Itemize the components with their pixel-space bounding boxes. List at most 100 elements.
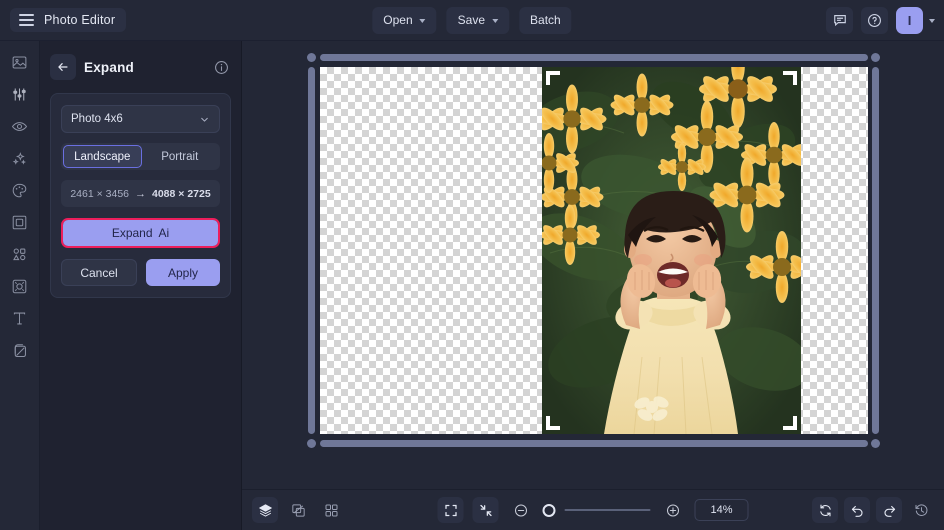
- open-button[interactable]: Open: [372, 7, 436, 34]
- zoom-controls: 14%: [438, 497, 749, 523]
- dimensions-arrow: →: [135, 188, 146, 200]
- sparkles-icon: [11, 150, 28, 167]
- save-button[interactable]: Save: [447, 7, 509, 34]
- app-menu-button[interactable]: Photo Editor: [10, 8, 126, 32]
- redo-button[interactable]: [876, 497, 902, 523]
- user-avatar[interactable]: I: [896, 7, 923, 34]
- dimensions-display: 2461 × 3456 → 4088 × 2725: [61, 180, 220, 207]
- compare-button[interactable]: [285, 497, 311, 523]
- layers-button[interactable]: [252, 497, 278, 523]
- compare-icon: [291, 503, 306, 518]
- panel-back-button[interactable]: [50, 54, 76, 80]
- canvas-photo[interactable]: [542, 67, 801, 434]
- expand-panel: Expand Photo 4x6 Landsc: [40, 41, 242, 530]
- chevron-down-icon[interactable]: [929, 19, 935, 23]
- text-icon: [11, 310, 28, 327]
- zoom-slider-thumb[interactable]: [543, 504, 556, 517]
- photo-editor-app: Photo Editor Open Save Batch: [0, 0, 944, 530]
- tool-rail: [0, 41, 40, 530]
- effects-icon: [11, 342, 28, 359]
- expand-handle-top[interactable]: [320, 54, 868, 61]
- open-label: Open: [383, 13, 412, 27]
- bottom-right-group: [812, 497, 934, 523]
- expand-knob-top-right[interactable]: [871, 53, 880, 62]
- adjustments-icon: [11, 86, 28, 103]
- expand-handle-bottom[interactable]: [320, 440, 868, 447]
- arrow-left-icon: [56, 60, 70, 74]
- crop-handle-bottom-right[interactable]: [783, 416, 797, 430]
- canvas-transparent-area[interactable]: [320, 67, 868, 434]
- expand-settings-card: Photo 4x6 Landscape Portrait 2461 × 3456…: [50, 93, 231, 298]
- grid-button[interactable]: [318, 497, 344, 523]
- undo-button[interactable]: [844, 497, 870, 523]
- grid-icon: [324, 503, 339, 518]
- panel-info-button[interactable]: [214, 60, 229, 75]
- sidebar-item-ai-tools[interactable]: [5, 147, 35, 169]
- chevron-down-icon: [420, 19, 426, 23]
- chevron-down-icon: [492, 19, 498, 23]
- zoom-slider-track[interactable]: [565, 509, 651, 511]
- orientation-landscape[interactable]: Landscape: [63, 145, 142, 168]
- crop-handle-bottom-left[interactable]: [546, 416, 560, 430]
- image-icon: [11, 54, 28, 71]
- top-tool-group: Open Save Batch: [372, 7, 571, 34]
- crop-handle-top-right[interactable]: [783, 71, 797, 85]
- app-title: Photo Editor: [44, 13, 115, 27]
- feedback-button[interactable]: [826, 7, 853, 34]
- orientation-toggle: Landscape Portrait: [61, 143, 220, 170]
- actual-size-icon: [478, 503, 493, 518]
- canvas-stage[interactable]: [242, 41, 944, 489]
- history-icon: [914, 503, 929, 518]
- comment-icon: [833, 13, 847, 27]
- dimensions-to: 4088 × 2725: [152, 188, 211, 200]
- zoom-out-button[interactable]: [508, 497, 534, 523]
- expand-ai-badge: Ai: [159, 226, 170, 240]
- sidebar-item-retouch[interactable]: [5, 115, 35, 137]
- sidebar-item-expand[interactable]: [5, 275, 35, 297]
- info-icon: [214, 60, 229, 75]
- expand-knob-top-left[interactable]: [307, 53, 316, 62]
- apply-button[interactable]: Apply: [146, 259, 220, 286]
- zoom-in-icon: [665, 503, 680, 518]
- main-body: Expand Photo 4x6 Landsc: [0, 41, 944, 530]
- expand-ai-highlight: Expand Ai: [61, 218, 220, 248]
- history-button[interactable]: [908, 497, 934, 523]
- batch-label: Batch: [530, 13, 561, 27]
- panel-title: Expand: [84, 60, 134, 75]
- sidebar-item-effects[interactable]: [5, 339, 35, 361]
- shapes-icon: [11, 246, 28, 263]
- sidebar-item-adjustments[interactable]: [5, 83, 35, 105]
- expand-knob-bottom-right[interactable]: [871, 439, 880, 448]
- bottom-left-group: [252, 497, 344, 523]
- fit-screen-icon: [443, 503, 458, 518]
- reset-button[interactable]: [812, 497, 838, 523]
- crop-handle-top-left[interactable]: [546, 71, 560, 85]
- preset-select[interactable]: Photo 4x6: [61, 105, 220, 133]
- fit-screen-button[interactable]: [438, 497, 464, 523]
- redo-icon: [882, 503, 897, 518]
- zoom-value[interactable]: 14%: [695, 499, 749, 521]
- actual-size-button[interactable]: [473, 497, 499, 523]
- zoom-out-icon: [513, 503, 528, 518]
- sidebar-item-color[interactable]: [5, 179, 35, 201]
- expand-ai-button[interactable]: Expand Ai: [63, 220, 218, 246]
- sidebar-item-shapes[interactable]: [5, 243, 35, 265]
- panel-actions: Cancel Apply: [61, 259, 220, 286]
- expand-knob-bottom-left[interactable]: [307, 439, 316, 448]
- orientation-portrait[interactable]: Portrait: [142, 145, 219, 168]
- eye-icon: [11, 118, 28, 135]
- save-label: Save: [458, 13, 485, 27]
- chevron-down-icon: [199, 114, 210, 125]
- sidebar-item-image[interactable]: [5, 51, 35, 73]
- preset-value: Photo 4x6: [71, 113, 123, 125]
- sidebar-item-text[interactable]: [5, 307, 35, 329]
- photo-image: [542, 67, 801, 434]
- cancel-button[interactable]: Cancel: [61, 259, 137, 286]
- expand-handle-left[interactable]: [308, 67, 315, 434]
- zoom-in-button[interactable]: [660, 497, 686, 523]
- expand-handle-right[interactable]: [872, 67, 879, 434]
- help-button[interactable]: [861, 7, 888, 34]
- dimensions-from: 2461 × 3456: [70, 188, 129, 200]
- batch-button[interactable]: Batch: [519, 7, 572, 34]
- sidebar-item-frame[interactable]: [5, 211, 35, 233]
